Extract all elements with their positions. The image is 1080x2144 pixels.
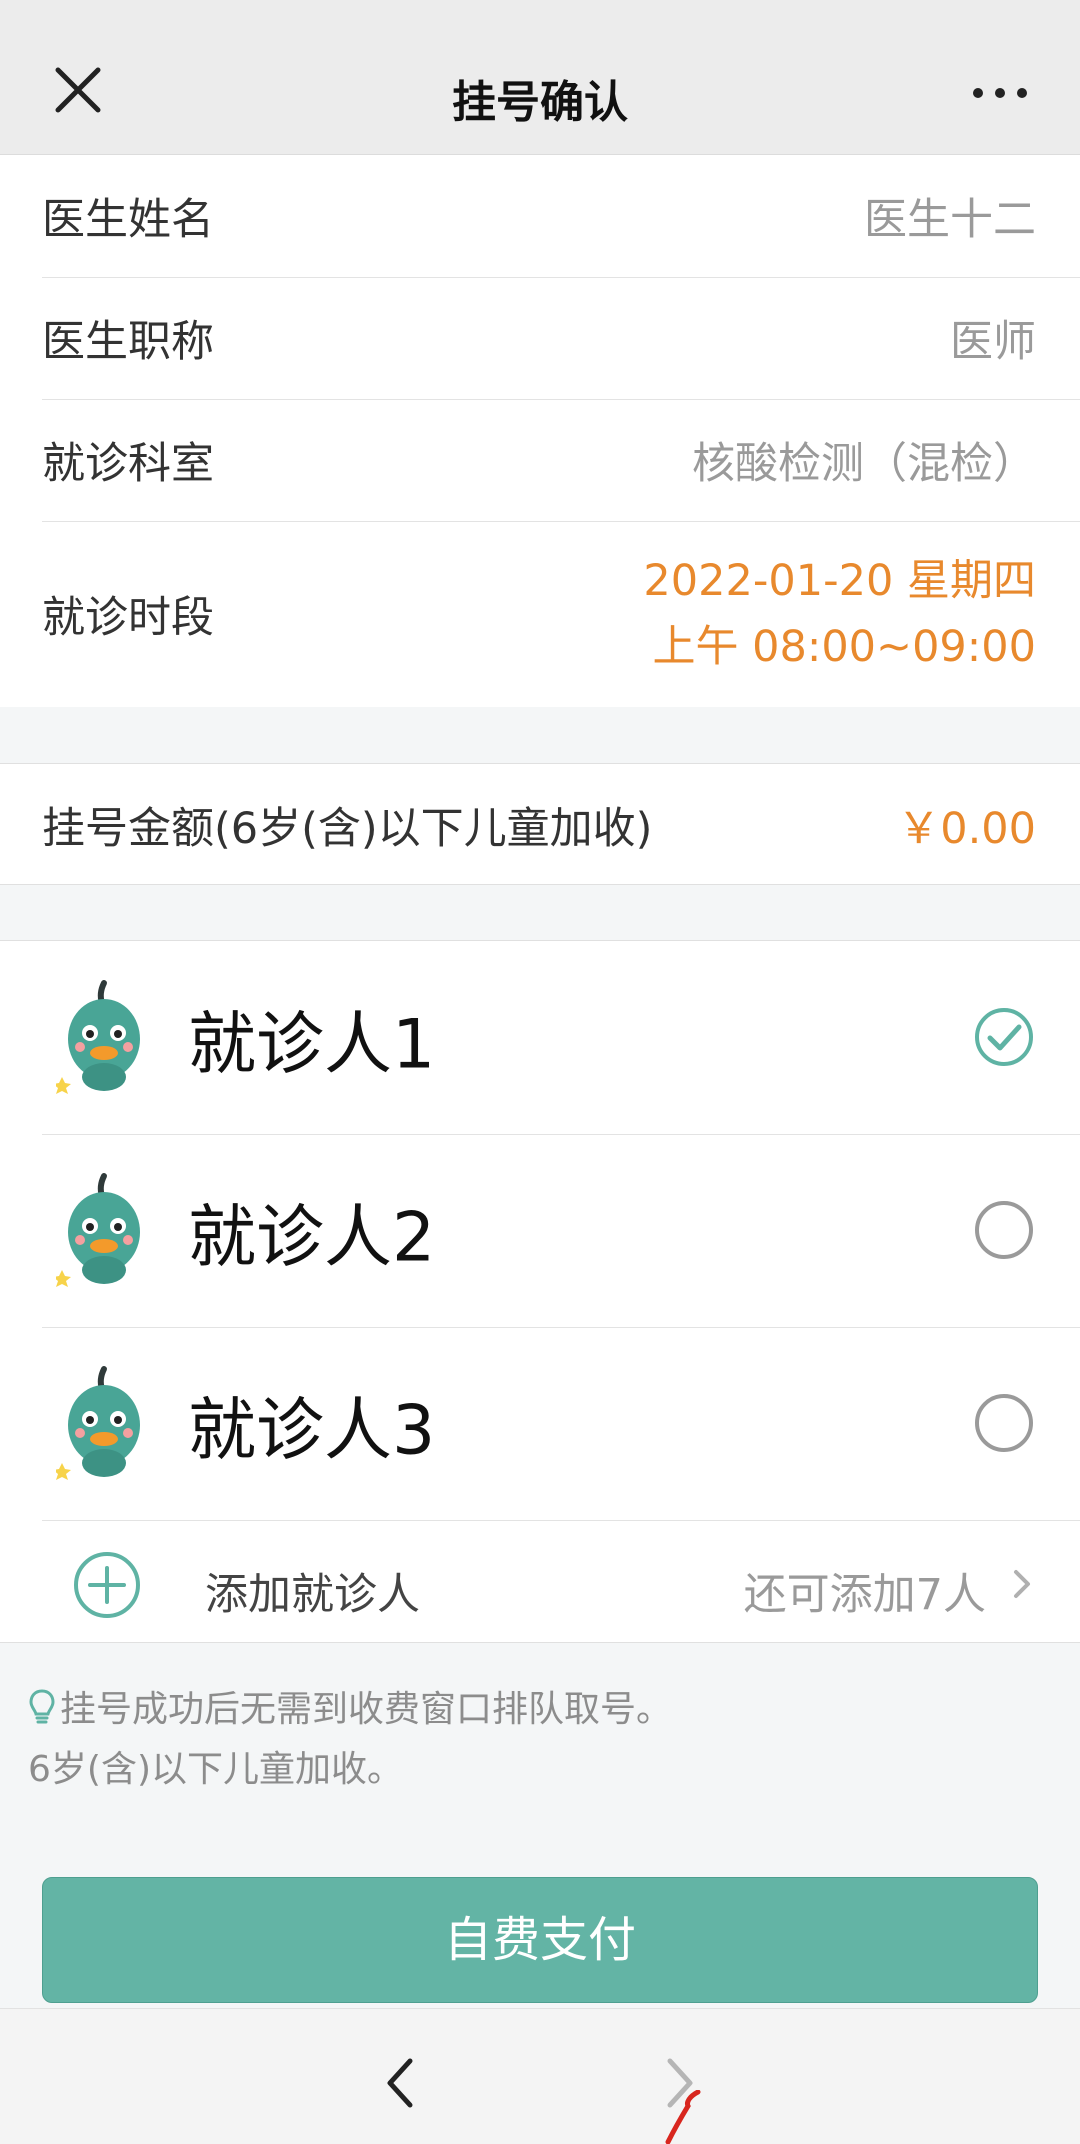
tip-line-2: 6岁(含)以下儿童加收。 bbox=[28, 1749, 403, 1790]
patient-list: 就诊人1 就诊人2 就诊人3 添加就诊人 还可添加7人 bbox=[0, 940, 1080, 1643]
chevron-right-icon bbox=[1014, 1570, 1030, 1598]
red-scribble-mark bbox=[665, 2090, 701, 2144]
time-slot: 上午 08:00~09:00 bbox=[652, 622, 1036, 672]
title-bar: 挂号确认 bbox=[0, 0, 1080, 155]
tip-line-1: 挂号成功后无需到收费窗口排队取号。 bbox=[28, 1680, 672, 1740]
divider bbox=[42, 1520, 1080, 1521]
fee-label: 挂号金额(6岁(含)以下儿童加收) bbox=[42, 804, 653, 854]
department-row: 就诊科室 核酸检测（混检） bbox=[42, 399, 1036, 521]
add-patient-label: 添加就诊人 bbox=[205, 1570, 420, 1620]
doctor-name-value: 医生十二 bbox=[864, 195, 1036, 245]
fee-section: 挂号金额(6岁(含)以下儿童加收) ￥0.00 bbox=[0, 763, 1080, 885]
back-arrow-icon[interactable] bbox=[380, 2053, 420, 2113]
patient-item-2[interactable]: 就诊人2 bbox=[0, 1134, 1080, 1327]
department-value: 核酸检测（混检） bbox=[692, 439, 1036, 489]
duck-avatar-icon bbox=[56, 1173, 140, 1287]
browser-nav-bar bbox=[0, 2008, 1080, 2144]
doctor-title-label: 医生职称 bbox=[42, 317, 214, 367]
department-label: 就诊科室 bbox=[42, 439, 214, 489]
radio-circle-icon[interactable] bbox=[974, 1393, 1034, 1453]
checked-circle-icon[interactable] bbox=[974, 1007, 1034, 1067]
patient-name: 就诊人2 bbox=[188, 1198, 436, 1277]
radio-circle-icon[interactable] bbox=[974, 1200, 1034, 1260]
add-circle-icon bbox=[74, 1552, 140, 1618]
tips: 挂号成功后无需到收费窗口排队取号。 6岁(含)以下儿童加收。 bbox=[28, 1680, 672, 1800]
patient-name: 就诊人3 bbox=[188, 1391, 436, 1470]
patient-item-3[interactable]: 就诊人3 bbox=[0, 1327, 1080, 1520]
page-title: 挂号确认 bbox=[452, 77, 628, 128]
time-row: 就诊时段 2022-01-20 星期四 上午 08:00~09:00 bbox=[42, 521, 1036, 707]
duck-avatar-icon bbox=[56, 1366, 140, 1480]
lightbulb-icon bbox=[29, 1689, 55, 1724]
self-pay-button[interactable]: 自费支付 bbox=[42, 1877, 1038, 2003]
doctor-name-row: 医生姓名 医生十二 bbox=[42, 155, 1036, 277]
doctor-name-label: 医生姓名 bbox=[42, 195, 214, 245]
fee-value: ￥0.00 bbox=[897, 804, 1036, 854]
duck-avatar-icon bbox=[56, 980, 140, 1094]
time-date: 2022-01-20 星期四 bbox=[643, 556, 1036, 606]
tip-text-1: 挂号成功后无需到收费窗口排队取号。 bbox=[60, 1689, 673, 1730]
add-patient-row[interactable]: 添加就诊人 还可添加7人 bbox=[0, 1524, 1080, 1644]
time-label: 就诊时段 bbox=[42, 593, 214, 643]
doctor-title-value: 医师 bbox=[950, 317, 1036, 367]
doctor-title-row: 医生职称 医师 bbox=[42, 277, 1036, 399]
remaining-count: 还可添加7人 bbox=[743, 1570, 986, 1620]
time-value: 2022-01-20 星期四 上午 08:00~09:00 bbox=[643, 548, 1036, 680]
patient-name: 就诊人1 bbox=[188, 1005, 436, 1084]
appointment-info: 医生姓名 医生十二 医生职称 医师 就诊科室 核酸检测（混检） 就诊时段 202… bbox=[0, 155, 1080, 707]
more-icon[interactable] bbox=[970, 78, 1030, 108]
fee-row: 挂号金额(6岁(含)以下儿童加收) ￥0.00 bbox=[42, 764, 1036, 886]
patient-item-1[interactable]: 就诊人1 bbox=[0, 941, 1080, 1134]
